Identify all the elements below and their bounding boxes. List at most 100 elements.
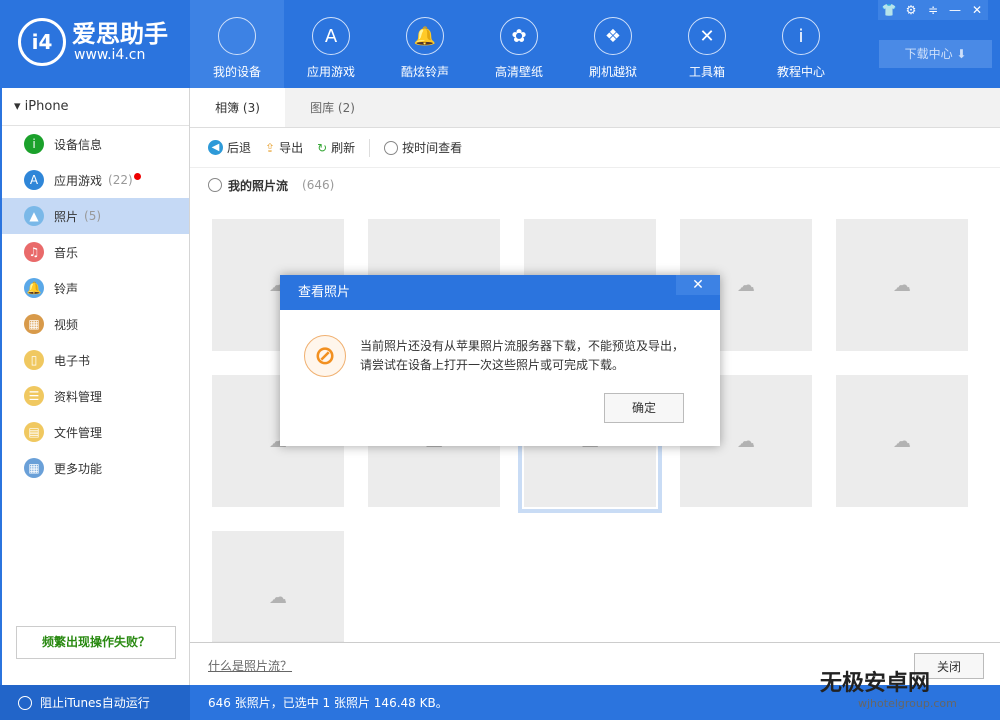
dialog-close-button[interactable]: ✕: [676, 275, 720, 295]
download-center-button[interactable]: 下载中心 ⬇: [879, 40, 992, 68]
sidebar-item-label: 音乐: [54, 245, 79, 260]
what-is-photo-stream-link[interactable]: 什么是照片流？: [208, 657, 292, 674]
sidebar-item-label: 资料管理: [54, 389, 103, 404]
logo-url: www.i4.cn: [74, 47, 146, 63]
message-line: 请尝试在设备上打开一次这些照片或可完成下载。: [360, 358, 625, 372]
sidebar-item-label: 电子书: [54, 353, 91, 368]
info-icon: i: [782, 17, 820, 55]
dialog-message: 当前照片还没有从苹果照片流服务器下载，不能预览及导出， 请尝试在设备上打开一次这…: [360, 337, 684, 375]
sidebar-item[interactable]: ♫ 音乐: [2, 234, 189, 270]
sidebar-icon: ♫: [24, 242, 44, 262]
status-summary: 646 张照片，已选中 1 张照片 146.48 KB。: [208, 696, 448, 710]
logo-title: 爱思助手: [72, 20, 168, 48]
back-button[interactable]: ◀ 后退: [208, 139, 251, 156]
block-itunes-toggle[interactable]: 阻止iTunes自动运行: [0, 685, 190, 720]
sidebar-item[interactable]: ▤ 文件管理: [2, 414, 189, 450]
skin-icon[interactable]: 👕: [878, 0, 900, 20]
sidebar-item[interactable]: i 设备信息: [2, 126, 189, 162]
sidebar-item-label: 应用游戏: [54, 173, 103, 188]
sidebar-item[interactable]: ▲ 照片 (5): [2, 198, 189, 234]
watermark-name: 无极安卓网: [820, 671, 931, 696]
nav-item[interactable]: ✿ 高清壁纸: [472, 0, 566, 88]
logo: i4 爱思助手 www.i4.cn: [18, 18, 168, 66]
photo-stream-label: 我的照片流: [228, 178, 289, 193]
export-icon: ⇪: [265, 140, 276, 155]
ok-button[interactable]: 确定: [604, 393, 684, 423]
message-line: 当前照片还没有从苹果照片流服务器下载，不能预览及导出，: [360, 339, 685, 353]
sidebar-item[interactable]: A 应用游戏 (22): [2, 162, 189, 198]
sidebar-item-label: 照片: [54, 209, 79, 224]
sidebar-item[interactable]: 🔔 铃声: [2, 270, 189, 306]
sidebar-item[interactable]: ☰ 资料管理: [2, 378, 189, 414]
sidebar-item-label: 文件管理: [54, 425, 103, 440]
nav-label: 工具箱: [688, 65, 725, 79]
header: i4 爱思助手 www.i4.cn 我的设备 A 应用游戏 🔔 酷炫铃声 ✿ 高清壁纸 ❖ 刷机越…: [0, 0, 1000, 88]
dialog-title: 查看照片: [280, 275, 720, 310]
close-icon[interactable]: ✕: [966, 0, 988, 20]
nav-item[interactable]: i 教程中心: [754, 0, 848, 88]
sidebar-item-label: 视频: [54, 317, 79, 332]
refresh-button[interactable]: ↻ 刷新: [317, 139, 355, 156]
prohibited-icon: ⊘: [304, 335, 346, 377]
sidebar-icon: 🔔: [24, 278, 44, 298]
nav-item[interactable]: 我的设备: [190, 0, 284, 88]
photo-stream-count: (646): [302, 178, 335, 192]
refresh-icon: ↻: [317, 140, 328, 155]
nav-label: 我的设备: [212, 65, 261, 79]
top-nav: 我的设备 A 应用游戏 🔔 酷炫铃声 ✿ 高清壁纸 ❖ 刷机越狱 ✕ 工具箱 i 教程中心: [190, 0, 848, 88]
sidebar-item-label: 更多功能: [54, 461, 103, 476]
sidebar-icon: ▲: [24, 206, 44, 226]
toolbar: ◀ 后退 ⇪ 导出 ↻ 刷新 按时间查看: [190, 128, 1000, 168]
nav-label: 高清壁纸: [494, 65, 543, 79]
sidebar-item[interactable]: ▯ 电子书: [2, 342, 189, 378]
sidebar-item-count: (5): [84, 209, 102, 223]
logo-mark: i4: [18, 18, 66, 66]
sidebar-icon: ▦: [24, 458, 44, 478]
tools-icon: ✕: [688, 17, 726, 55]
sidebar-item-label: 铃声: [54, 281, 79, 296]
menu-icon[interactable]: ≑: [922, 0, 944, 20]
nav-item[interactable]: A 应用游戏: [284, 0, 378, 88]
box-icon: ❖: [594, 17, 632, 55]
apple-icon: [218, 17, 256, 55]
tab-library[interactable]: 图库 (2): [285, 88, 380, 127]
sidebar: ▾ iPhone i 设备信息 A 应用游戏 (22) ▲ 照片 (5) ♫ 音乐 🔔 铃声 ▦ 视频 ▯ 电…: [0, 88, 190, 685]
help-button[interactable]: 频繁出现操作失败？: [16, 626, 176, 659]
radio-icon: [384, 140, 399, 155]
view-photo-dialog: 查看照片 ✕ ⊘ 当前照片还没有从苹果照片流服务器下载，不能预览及导出， 请尝试…: [280, 275, 720, 446]
sidebar-item-label: 设备信息: [54, 137, 103, 152]
window-controls: 👕 ⚙ ≑ — ✕: [878, 0, 988, 20]
watermark: 无极安卓网 wjhotelgroup.com: [820, 665, 957, 710]
flower-icon: ✿: [500, 17, 538, 55]
notification-dot: [133, 172, 141, 180]
radio-icon: [208, 178, 222, 192]
minimize-icon[interactable]: —: [944, 0, 966, 20]
nav-label: 酷炫铃声: [400, 65, 449, 79]
divider: [369, 138, 371, 157]
block-itunes-label: 阻止iTunes自动运行: [40, 696, 150, 710]
nav-label: 应用游戏: [306, 65, 355, 79]
back-icon: ◀: [208, 140, 223, 155]
sidebar-icon: i: [24, 134, 44, 154]
tab-albums[interactable]: 相簿 (3): [190, 88, 285, 127]
nav-item[interactable]: ❖ 刷机越狱: [566, 0, 660, 88]
sidebar-icon: ▯: [24, 350, 44, 370]
app-store-icon: A: [312, 17, 350, 55]
nav-item[interactable]: ✕ 工具箱: [660, 0, 754, 88]
view-by-time-radio[interactable]: 按时间查看: [384, 139, 462, 156]
sidebar-item[interactable]: ▦ 视频: [2, 306, 189, 342]
sidebar-item-count: (22): [108, 173, 133, 187]
nav-label: 教程中心: [776, 65, 825, 79]
device-selector[interactable]: ▾ iPhone: [2, 88, 189, 126]
bell-icon: 🔔: [406, 17, 444, 55]
nav-item[interactable]: 🔔 酷炫铃声: [378, 0, 472, 88]
sidebar-icon: ☰: [24, 386, 44, 406]
sidebar-icon: ▦: [24, 314, 44, 334]
sidebar-item[interactable]: ▦ 更多功能: [2, 450, 189, 486]
photo-stream-row[interactable]: 我的照片流 (646): [190, 168, 1000, 202]
export-button[interactable]: ⇪ 导出: [265, 139, 303, 156]
radio-icon: [18, 695, 32, 710]
watermark-url: wjhotelgroup.com: [858, 697, 957, 710]
settings-icon[interactable]: ⚙: [900, 0, 922, 20]
sidebar-icon: ▤: [24, 422, 44, 442]
